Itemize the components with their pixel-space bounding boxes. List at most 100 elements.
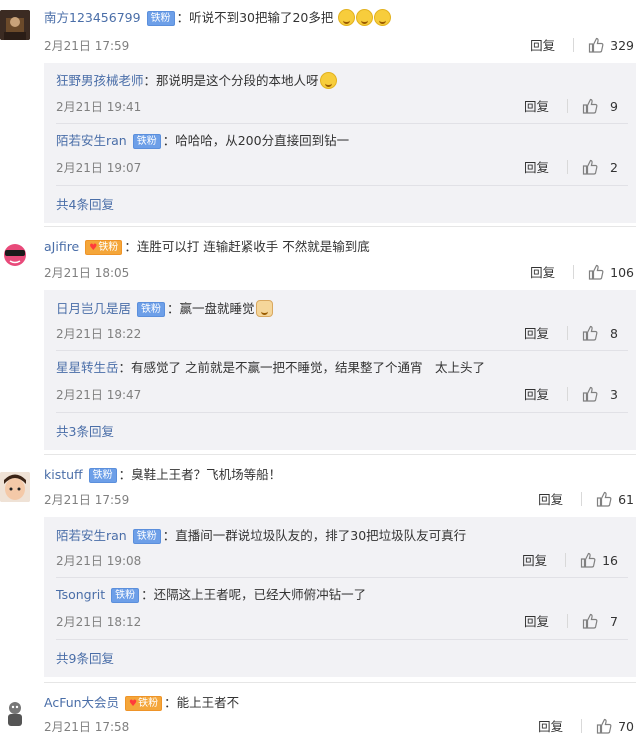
fan-badge[interactable]: 铁粉 xyxy=(146,11,175,26)
reply-button[interactable]: 回复 xyxy=(524,325,549,343)
reply-line: Tsongrit 铁粉 ：还隔这上王者呢，已经大师俯冲钻一了 xyxy=(56,587,367,603)
reply-time: 2月21日 19:07 xyxy=(56,161,142,175)
comment-actions: 回复 70 xyxy=(538,718,634,736)
fan-badge[interactable]: ♥铁粉 xyxy=(125,696,163,711)
replies-box: 日月岂几是居 铁粉 ：赢一盘就睡觉 2月21日 18:22 回复 8 星星转生岳：有… xyxy=(44,290,636,450)
thumbs-up-icon[interactable] xyxy=(588,37,604,53)
divider xyxy=(56,577,628,578)
like-count: 3 xyxy=(610,387,618,402)
reply-button[interactable]: 回复 xyxy=(538,491,563,509)
comment-item: 南方123456799 铁粉 ：听说不到30把输了20多把 2月21日 17:59… xyxy=(0,0,640,228)
more-replies-link[interactable]: 共3条回复 xyxy=(56,423,114,441)
thumbs-up-icon[interactable] xyxy=(588,264,604,280)
like-count: 8 xyxy=(610,326,618,341)
fan-badge[interactable]: 铁粉 xyxy=(137,302,165,317)
reply-button[interactable]: 回复 xyxy=(524,98,549,116)
reply-text: 那说明是这个分段的本地人呀 xyxy=(156,73,319,88)
heart-icon: ♥ xyxy=(129,699,138,709)
reply-button[interactable]: 回复 xyxy=(538,718,563,736)
fan-badge[interactable]: 铁粉 xyxy=(132,529,161,544)
avatar[interactable] xyxy=(0,698,30,728)
reply-actions: 回复 8 xyxy=(524,325,618,343)
username-link[interactable]: AcFun大会员 xyxy=(44,695,119,710)
reply-text: 还隔这上王者呢，已经大师俯冲钻一了 xyxy=(153,587,367,602)
username-link[interactable]: 陌若安生ran xyxy=(56,528,127,543)
doge-emoji-icon xyxy=(255,300,273,317)
divider xyxy=(56,412,628,413)
comment-time: 2月21日 17:58 xyxy=(44,720,130,734)
like-count: 9 xyxy=(610,99,618,114)
thumbs-up-icon[interactable] xyxy=(582,325,598,341)
fan-badge[interactable]: 铁粉 xyxy=(111,588,140,603)
reply-time: 2月21日 19:47 xyxy=(56,388,142,402)
reply-button[interactable]: 回复 xyxy=(524,386,549,404)
comment-item: kistuff 铁粉 ：臭鞋上王者？飞机场等船！ 2月21日 17:59 回复 61… xyxy=(0,456,640,684)
username-link[interactable]: 南方123456799 xyxy=(44,10,141,25)
reply-time: 2月21日 18:22 xyxy=(56,327,142,341)
divider xyxy=(56,123,628,124)
reply-text: 有感觉了 之前就是不赢一把不睡觉，结果整了个通宵 太上头了 xyxy=(131,360,486,375)
thumbs-up-icon[interactable] xyxy=(582,386,598,402)
comment-item: aJifire ♥铁粉 ：连胜可以打 连输赶紧收手 不然就是输到底 2月21日 1… xyxy=(0,228,640,456)
like-count: 106 xyxy=(610,265,634,280)
username-link[interactable]: Tsongrit xyxy=(56,587,105,602)
divider xyxy=(56,639,628,640)
like-count: 70 xyxy=(618,719,634,734)
reply-text: 哈哈哈，从200分直接回到钻一 xyxy=(175,133,350,148)
fan-badge-label: 铁粉 xyxy=(138,698,159,709)
comment-text: 听说不到30把输了20多把 xyxy=(189,10,334,25)
divider xyxy=(44,454,636,455)
thumbs-up-icon[interactable] xyxy=(596,718,612,734)
reply-text: 直播间一群说垃圾队友的，排了30把垃圾队友可真行 xyxy=(175,528,467,543)
like-count: 7 xyxy=(610,614,618,629)
reply-button[interactable]: 回复 xyxy=(524,613,549,631)
reply-line: 狂野男孩械老师：那说明是这个分段的本地人呀 xyxy=(56,71,636,91)
smile-emoji-icon xyxy=(356,9,374,26)
avatar[interactable] xyxy=(0,10,30,40)
username-link[interactable]: 日月岂几是居 xyxy=(56,301,131,316)
reply-button[interactable]: 回复 xyxy=(524,159,549,177)
more-replies-link[interactable]: 共9条回复 xyxy=(56,650,114,668)
comment-line: AcFun大会员 ♥铁粉 ：能上王者不 xyxy=(44,695,240,711)
more-replies-link[interactable]: 共4条回复 xyxy=(56,196,114,214)
username-link[interactable]: kistuff xyxy=(44,467,83,482)
divider xyxy=(44,682,636,683)
reply-button[interactable]: 回复 xyxy=(522,552,547,570)
comment-actions: 回复 61 xyxy=(538,491,634,509)
avatar[interactable] xyxy=(0,238,30,268)
thumbs-up-icon[interactable] xyxy=(580,552,596,568)
reply-actions: 回复 2 xyxy=(524,159,618,177)
reply-time: 2月21日 19:41 xyxy=(56,100,142,114)
reply-actions: 回复 7 xyxy=(524,613,618,631)
thumbs-up-icon[interactable] xyxy=(582,613,598,629)
reply-time: 2月21日 19:08 xyxy=(56,554,142,568)
username-link[interactable]: 星星转生岳 xyxy=(56,360,119,375)
username-link[interactable]: 狂野男孩械老师 xyxy=(56,73,144,88)
fan-badge[interactable]: ♥铁粉 xyxy=(85,240,123,255)
fan-badge[interactable]: 铁粉 xyxy=(132,134,161,149)
fan-badge[interactable]: 铁粉 xyxy=(88,468,117,483)
reply-button[interactable]: 回复 xyxy=(530,37,555,55)
laugh-cry-emoji-icon xyxy=(319,72,337,89)
comment-text: 臭鞋上王者？飞机场等船！ xyxy=(131,467,282,482)
reply-actions: 回复 9 xyxy=(524,98,618,116)
thumbs-up-icon[interactable] xyxy=(596,491,612,507)
thumbs-up-icon[interactable] xyxy=(582,98,598,114)
avatar[interactable] xyxy=(0,472,30,502)
reply-actions: 回复 16 xyxy=(522,552,618,570)
like-count: 2 xyxy=(610,160,618,175)
replies-box: 陌若安生ran 铁粉 ：直播间一群说垃圾队友的，排了30把垃圾队友可真行 2月21… xyxy=(44,517,636,677)
heart-icon: ♥ xyxy=(89,243,98,253)
username-link[interactable]: aJifire xyxy=(44,239,79,254)
divider xyxy=(56,185,628,186)
comment-line: 南方123456799 铁粉 ：听说不到30把输了20多把 xyxy=(44,8,640,28)
reply-actions: 回复 3 xyxy=(524,386,618,404)
comment-time: 2月21日 17:59 xyxy=(44,493,130,507)
username-link[interactable]: 陌若安生ran xyxy=(56,133,127,148)
reply-button[interactable]: 回复 xyxy=(530,264,555,282)
like-count: 61 xyxy=(618,492,634,507)
smile-emoji-icon xyxy=(374,9,392,26)
thumbs-up-icon[interactable] xyxy=(582,159,598,175)
divider xyxy=(44,226,636,227)
reply-line: 星星转生岳：有感觉了 之前就是不赢一把不睡觉，结果整了个通宵 太上头了 xyxy=(56,360,486,375)
